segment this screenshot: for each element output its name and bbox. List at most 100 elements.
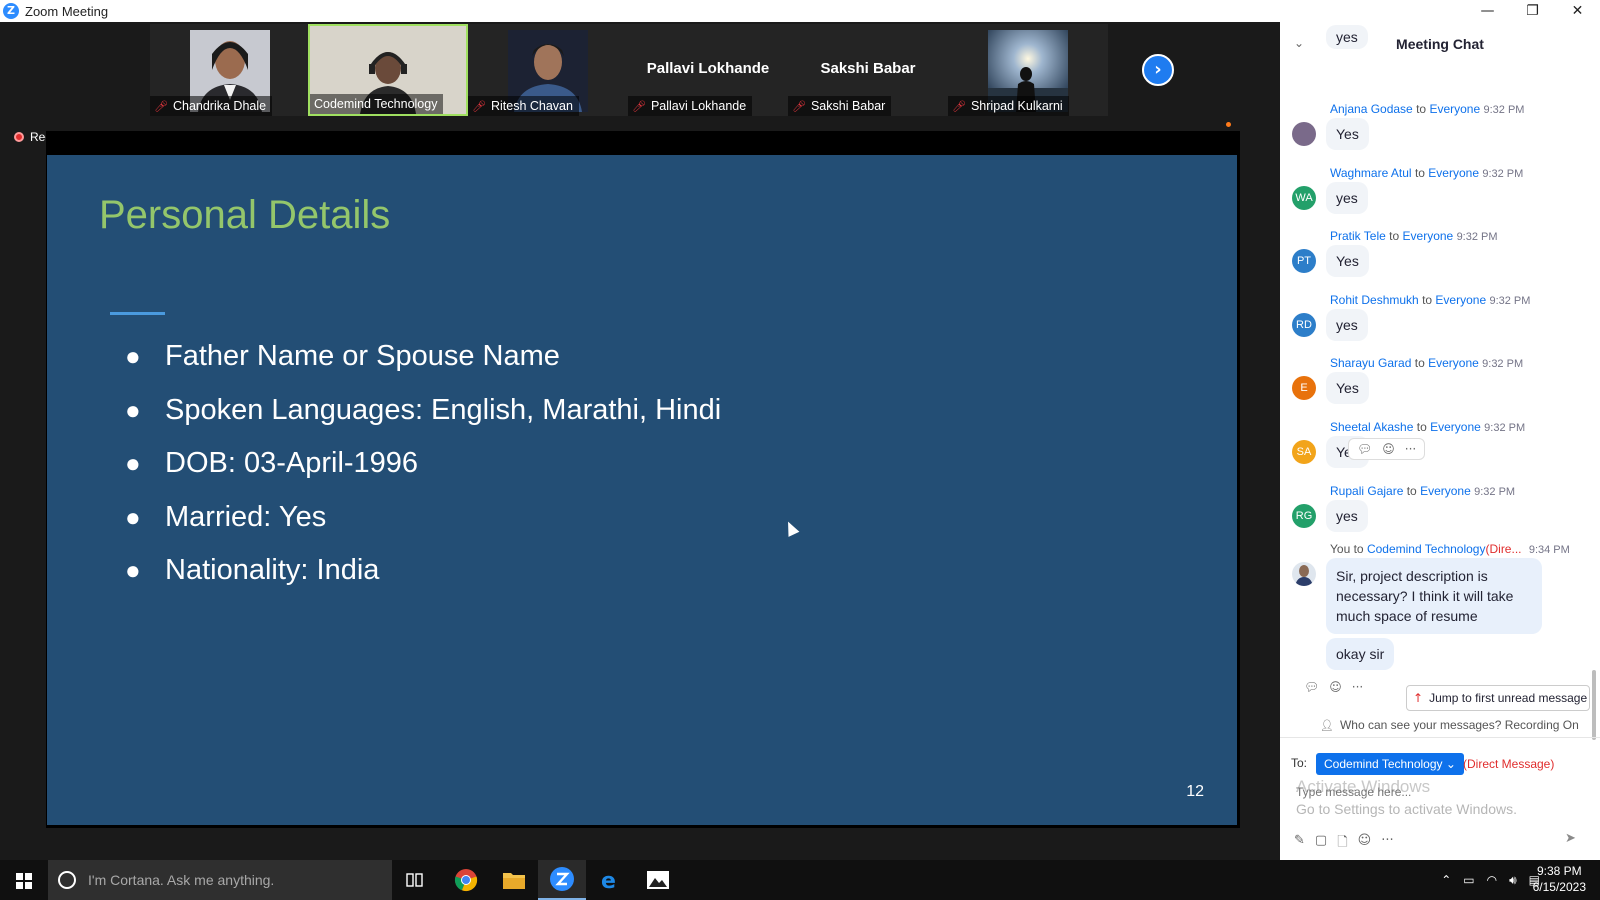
message-recipient[interactable]: Codemind Technology — [1367, 542, 1486, 556]
participant-name: Sakshi Babar — [810, 99, 886, 113]
visibility-text: Who can see your messages? Recording On — [1339, 718, 1579, 732]
participant-namebar: 🎤︎ Sakshi Babar — [788, 96, 892, 116]
slide-bullet: ● Married: Yes — [125, 501, 721, 555]
message-header: Sharayu Garad to Everyone 9:32 PM — [1330, 356, 1523, 370]
participant-namebar: 🎤︎ Ritesh Chavan — [468, 96, 579, 116]
window-controls: — ❐ ✕ — [1465, 0, 1600, 22]
divider — [1280, 737, 1600, 738]
file-icon[interactable]: 🗋 — [1337, 833, 1347, 855]
participant-tile[interactable]: 🎤︎ Ritesh Chavan — [468, 24, 628, 116]
slide-bullet-text: Father Name or Spouse Name — [165, 340, 560, 372]
chrome-icon[interactable] — [442, 860, 490, 900]
participant-tile[interactable]: Sakshi Babar 🎤︎ Sakshi Babar — [788, 24, 948, 116]
chat-panel: ⌄ Meeting Chat yes Anjana Godase to Ever… — [1280, 22, 1600, 860]
message-audience[interactable]: Everyone — [1435, 293, 1486, 307]
screenshot-icon[interactable]: ▢ — [1315, 833, 1327, 855]
more-icon[interactable]: ··· — [1405, 442, 1416, 456]
message-to: to — [1389, 229, 1400, 244]
message-to: to — [1416, 420, 1427, 434]
message-bubble[interactable]: yes — [1326, 308, 1368, 341]
participant-tile[interactable]: Pallavi Lokhande 🎤︎ Pallavi Lokhande — [628, 24, 788, 116]
taskbar-clock[interactable]: 9:38 PM 6/15/2023 — [1533, 863, 1586, 895]
avatar: RD — [1292, 312, 1316, 337]
message-bubble[interactable]: Yes — [1326, 118, 1369, 150]
bullet-icon: ● — [125, 448, 141, 478]
slide-bullet-text: DOB: 03-April-1996 — [165, 447, 419, 479]
edge-icon[interactable]: e — [586, 860, 634, 900]
format-icon[interactable]: ✎ — [1294, 833, 1305, 855]
message-sender[interactable]: Rupali Gajare — [1330, 484, 1403, 498]
file-explorer-icon[interactable] — [490, 860, 538, 900]
more-icon[interactable]: ··· — [1381, 833, 1393, 855]
participant-tile-active[interactable]: Codemind Technology — [308, 24, 468, 116]
minimize-button[interactable]: — — [1465, 0, 1510, 22]
message-sender[interactable]: Anjana Godase — [1330, 102, 1413, 116]
message-time: 9:32 PM — [1482, 358, 1524, 371]
message-audience[interactable]: Everyone — [1403, 229, 1454, 243]
emoji-icon[interactable]: ☺ — [1358, 833, 1372, 855]
volume-icon[interactable]: 🔊︎ — [1509, 873, 1517, 888]
message-sender[interactable]: Sheetal Akashe — [1330, 420, 1413, 434]
zoom-logo-icon: Z — [3, 3, 19, 19]
message-time: 9:32 PM — [1456, 231, 1498, 244]
reply-bubble[interactable]: okay sir — [1326, 638, 1395, 670]
message-header: You to Codemind Technology(Dire... 9:34 … — [1330, 542, 1570, 556]
slide-bullet-text: Spoken Languages: English, Marathi, Hind… — [165, 393, 722, 426]
to-label: To: — [1291, 756, 1308, 770]
message-bubble[interactable]: Yes — [1326, 245, 1369, 278]
message-sender[interactable]: Rohit Deshmukh — [1330, 293, 1419, 307]
participant-namebar: Codemind Technology — [310, 94, 444, 114]
photos-icon[interactable] — [634, 860, 682, 900]
cortana-search-box[interactable]: I'm Cortana. Ask me anything. — [48, 860, 392, 900]
battery-icon[interactable]: ▭ — [1463, 873, 1474, 887]
send-icon[interactable]: ➤ — [1565, 831, 1576, 846]
message-audience[interactable]: Everyone — [1429, 102, 1480, 116]
message-input[interactable] — [1296, 781, 1586, 803]
message-sender[interactable]: Sharayu Garad — [1330, 356, 1411, 370]
jump-label: Jump to first unread message — [1429, 691, 1588, 705]
avatar — [1292, 562, 1316, 586]
zoom-taskbar-icon[interactable] — [538, 860, 586, 900]
activity-dot-icon — [1226, 122, 1231, 127]
message-time: 9:32 PM — [1489, 294, 1531, 307]
recipient-name: Codemind Technology — [1324, 757, 1443, 771]
message-audience[interactable]: Everyone — [1428, 166, 1479, 180]
muted-mic-icon: 🎤︎ — [154, 99, 168, 113]
message-to: to — [1414, 165, 1425, 180]
jump-to-unread-button[interactable]: ↑ Jump to first unread message — [1406, 685, 1590, 711]
restore-button[interactable]: ❐ — [1510, 0, 1555, 22]
window-title: Zoom Meeting — [25, 3, 109, 19]
close-button[interactable]: ✕ — [1555, 0, 1600, 22]
message-visibility-notice[interactable]: 👤︎ Who can see your messages? Recording … — [1320, 718, 1579, 732]
message-bubble[interactable]: Yes — [1326, 372, 1369, 405]
participant-tile[interactable]: 🎤︎ Shripad Kulkarni — [948, 24, 1108, 116]
task-view-icon[interactable] — [392, 860, 440, 900]
chevron-right-icon[interactable]: › — [1142, 54, 1174, 86]
emoji-icon[interactable]: ☺ — [1382, 442, 1395, 456]
wifi-icon[interactable]: ◠ — [1487, 873, 1497, 887]
recipient-dropdown[interactable]: Codemind Technology ⌄ — [1316, 753, 1464, 775]
people-icon: 👤︎ — [1320, 718, 1334, 732]
start-button[interactable] — [0, 860, 48, 900]
chat-scrollbar[interactable] — [1592, 670, 1596, 740]
message-audience[interactable]: Everyone — [1428, 356, 1479, 370]
message-audience[interactable]: Everyone — [1420, 484, 1471, 498]
slide-bullet: ● Nationality: India — [125, 554, 721, 608]
message-bubble[interactable]: yes — [1326, 499, 1368, 532]
message-sender[interactable]: Pratik Tele — [1330, 229, 1386, 243]
message-bubble[interactable]: yes — [1326, 25, 1368, 49]
muted-mic-icon: 🎤︎ — [952, 99, 966, 113]
message-sender[interactable]: Waghmare Atul — [1330, 166, 1412, 180]
reply-icon[interactable]: 💬︎ — [1357, 442, 1372, 456]
message-bubble[interactable]: yes — [1326, 181, 1368, 214]
more-icon[interactable]: ··· — [1352, 680, 1363, 694]
emoji-icon[interactable]: ☺ — [1329, 680, 1342, 694]
slide-page-number: 12 — [1186, 783, 1204, 800]
reply-icon[interactable]: 💬︎ — [1304, 680, 1319, 694]
chevron-up-icon[interactable]: ⌃ — [1441, 873, 1451, 887]
message-bubble[interactable]: Sir, project description is necessary? I… — [1326, 558, 1542, 634]
message-header: Sheetal Akashe to Everyone 9:32 PM — [1330, 420, 1525, 434]
participant-tile[interactable]: 🎤︎ Chandrika Dhale — [150, 24, 310, 116]
message-audience[interactable]: Everyone — [1430, 420, 1481, 434]
message-to: to — [1416, 102, 1427, 116]
